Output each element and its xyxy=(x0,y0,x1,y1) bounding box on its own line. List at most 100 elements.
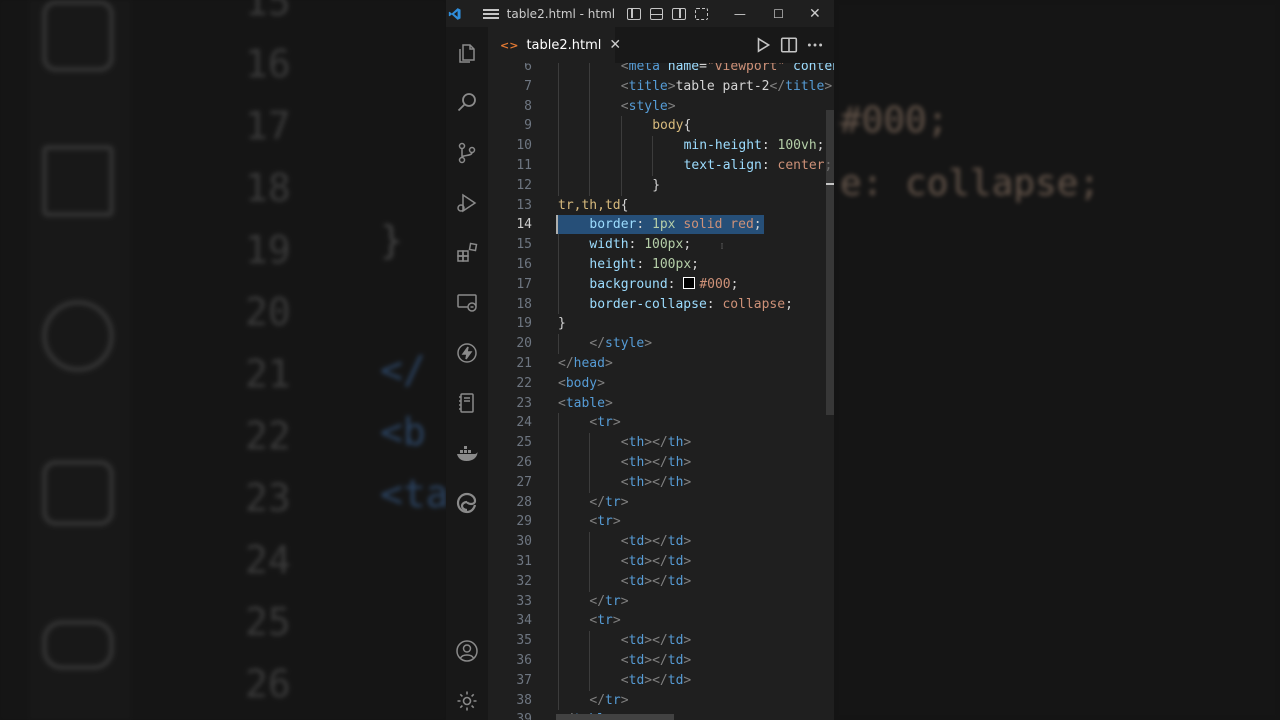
vscode-logo-icon xyxy=(448,7,461,20)
code-line[interactable]: 14 border: 1px solid red; xyxy=(488,215,828,236)
source-control-icon[interactable] xyxy=(455,141,479,165)
blurred-background-right: #000; e: collapse; xyxy=(834,0,1280,720)
indent-guide xyxy=(620,136,622,156)
code-line[interactable]: 33 </tr> xyxy=(488,591,828,612)
indent-guide xyxy=(620,156,622,176)
code-line[interactable]: 23 <table> xyxy=(488,394,828,414)
indent-guide xyxy=(589,552,591,572)
title-bar: table2.html - html ... — ☐ ✕ xyxy=(446,0,834,27)
customize-layout-icon[interactable] xyxy=(694,7,709,20)
maximize-button[interactable]: ☐ xyxy=(761,7,795,21)
line-number: 27 xyxy=(516,474,532,490)
toggle-secondary-sidebar-icon[interactable] xyxy=(672,7,686,20)
line-number: 12 xyxy=(516,177,532,193)
code-line[interactable]: 11 text-align: center; xyxy=(488,156,832,176)
indent-guide xyxy=(558,631,559,651)
line-number: 39 xyxy=(516,712,532,720)
indent-guide xyxy=(558,255,559,275)
code-line[interactable]: 27 <th></th> xyxy=(488,472,828,493)
toggle-primary-sidebar-icon[interactable] xyxy=(627,7,641,20)
code-line[interactable]: 37 <td></td> xyxy=(488,670,828,691)
line-number: 37 xyxy=(516,672,532,688)
code-line[interactable]: 16 height: 100px; xyxy=(488,255,828,275)
code-line[interactable]: 19} xyxy=(488,314,828,334)
code-line[interactable]: 30 <td></td> xyxy=(488,532,828,552)
indent-guide xyxy=(558,670,559,691)
lightning-icon[interactable] xyxy=(455,341,479,365)
code-line[interactable]: 20 </style> xyxy=(488,334,828,354)
code-editor[interactable]: 6 <meta name="viewport" content= 7 <title>t… xyxy=(488,63,834,720)
more-actions-icon[interactable] xyxy=(806,36,824,54)
code-line[interactable]: 10 min-height: 100vh; xyxy=(488,136,828,156)
indent-guide xyxy=(589,532,591,552)
account-icon[interactable] xyxy=(455,639,479,663)
line-number: 9 xyxy=(524,118,532,134)
minimize-button[interactable]: — xyxy=(718,7,761,21)
bg-fragment: <b xyxy=(380,410,426,454)
code-line[interactable]: 8 <style> xyxy=(488,96,828,117)
tab-table2-html[interactable]: <> table2.html ✕ xyxy=(488,27,621,63)
indent-guide xyxy=(558,611,559,632)
split-editor-icon[interactable] xyxy=(780,36,798,54)
code-line[interactable]: 7 <title>table part-2</title> xyxy=(488,76,832,97)
close-window-button[interactable]: ✕ xyxy=(796,6,834,22)
code-line[interactable]: 35 <td></td> xyxy=(488,631,828,651)
code-line[interactable]: 28 </tr> xyxy=(488,492,828,513)
bg-line-number: 16 xyxy=(245,42,291,86)
bg-fragment: </ xyxy=(380,348,426,392)
line-number: 14 xyxy=(516,217,532,233)
indent-guide xyxy=(589,156,591,176)
explorer-icon[interactable] xyxy=(455,41,479,65)
horizontal-scrollbar[interactable] xyxy=(556,714,674,720)
run-debug-icon[interactable] xyxy=(455,191,479,215)
indent-guide xyxy=(589,76,591,97)
line-number: 8 xyxy=(524,98,532,114)
code-line[interactable]: 22 <body> xyxy=(488,374,828,394)
run-icon[interactable] xyxy=(754,36,772,54)
line-number: 32 xyxy=(516,573,532,589)
notebook-icon[interactable] xyxy=(455,391,479,415)
line-number: 7 xyxy=(524,78,532,94)
search-icon[interactable] xyxy=(455,91,479,115)
code-line[interactable]: 29 <tr> xyxy=(488,512,828,533)
code-line[interactable]: 38 </tr> xyxy=(488,690,828,711)
code-text: } xyxy=(652,177,661,193)
code-line[interactable]: 31 <td></td> xyxy=(488,552,828,572)
code-line[interactable]: 15 width: 100px; xyxy=(488,235,828,255)
code-line[interactable]: 26 <th></th> xyxy=(488,453,828,473)
code-line[interactable]: 25 <th></th> xyxy=(488,433,828,453)
code-line[interactable]: 13 tr,th,td{ xyxy=(488,196,828,216)
docker-icon[interactable] xyxy=(455,441,479,465)
line-number: 18 xyxy=(516,296,532,312)
code-text: <td></td> xyxy=(620,573,692,589)
toggle-panel-icon[interactable] xyxy=(649,7,664,20)
menu-icon[interactable] xyxy=(483,7,500,21)
settings-gear-icon[interactable] xyxy=(455,689,479,713)
text-caret xyxy=(556,215,558,235)
line-number: 15 xyxy=(516,237,532,253)
code-line[interactable]: 34 <tr> xyxy=(488,611,828,632)
code-line[interactable]: 17 background: #000; xyxy=(488,274,828,295)
color-swatch[interactable] xyxy=(683,276,696,289)
remote-explorer-icon[interactable] xyxy=(455,291,479,315)
line-number: 24 xyxy=(516,415,532,431)
code-text: </style> xyxy=(589,336,653,352)
edge-icon[interactable] xyxy=(455,491,479,515)
indent-guide xyxy=(558,294,559,315)
code-line[interactable]: 21 </head> xyxy=(488,354,828,374)
bg-remote-icon xyxy=(42,145,114,217)
line-number: 26 xyxy=(516,455,532,470)
code-line[interactable]: 18 border-collapse: collapse; xyxy=(488,294,828,315)
code-line[interactable]: 32 <td></td> xyxy=(488,571,828,592)
code-line[interactable]: 12} xyxy=(488,175,828,196)
indent-guide xyxy=(558,690,559,711)
extensions-icon[interactable] xyxy=(455,241,479,265)
indent-guide xyxy=(620,175,622,196)
code-line[interactable]: 36 <td></td> xyxy=(488,651,828,671)
code-line[interactable]: 24 <tr> xyxy=(488,413,828,434)
code-line[interactable]: 6 <meta name="viewport" content= xyxy=(488,63,834,77)
tab-close-icon[interactable]: ✕ xyxy=(609,37,621,53)
code-line[interactable]: 9 body{ xyxy=(488,116,828,137)
line-number: 31 xyxy=(516,554,532,569)
vertical-scrollbar[interactable] xyxy=(826,110,834,415)
